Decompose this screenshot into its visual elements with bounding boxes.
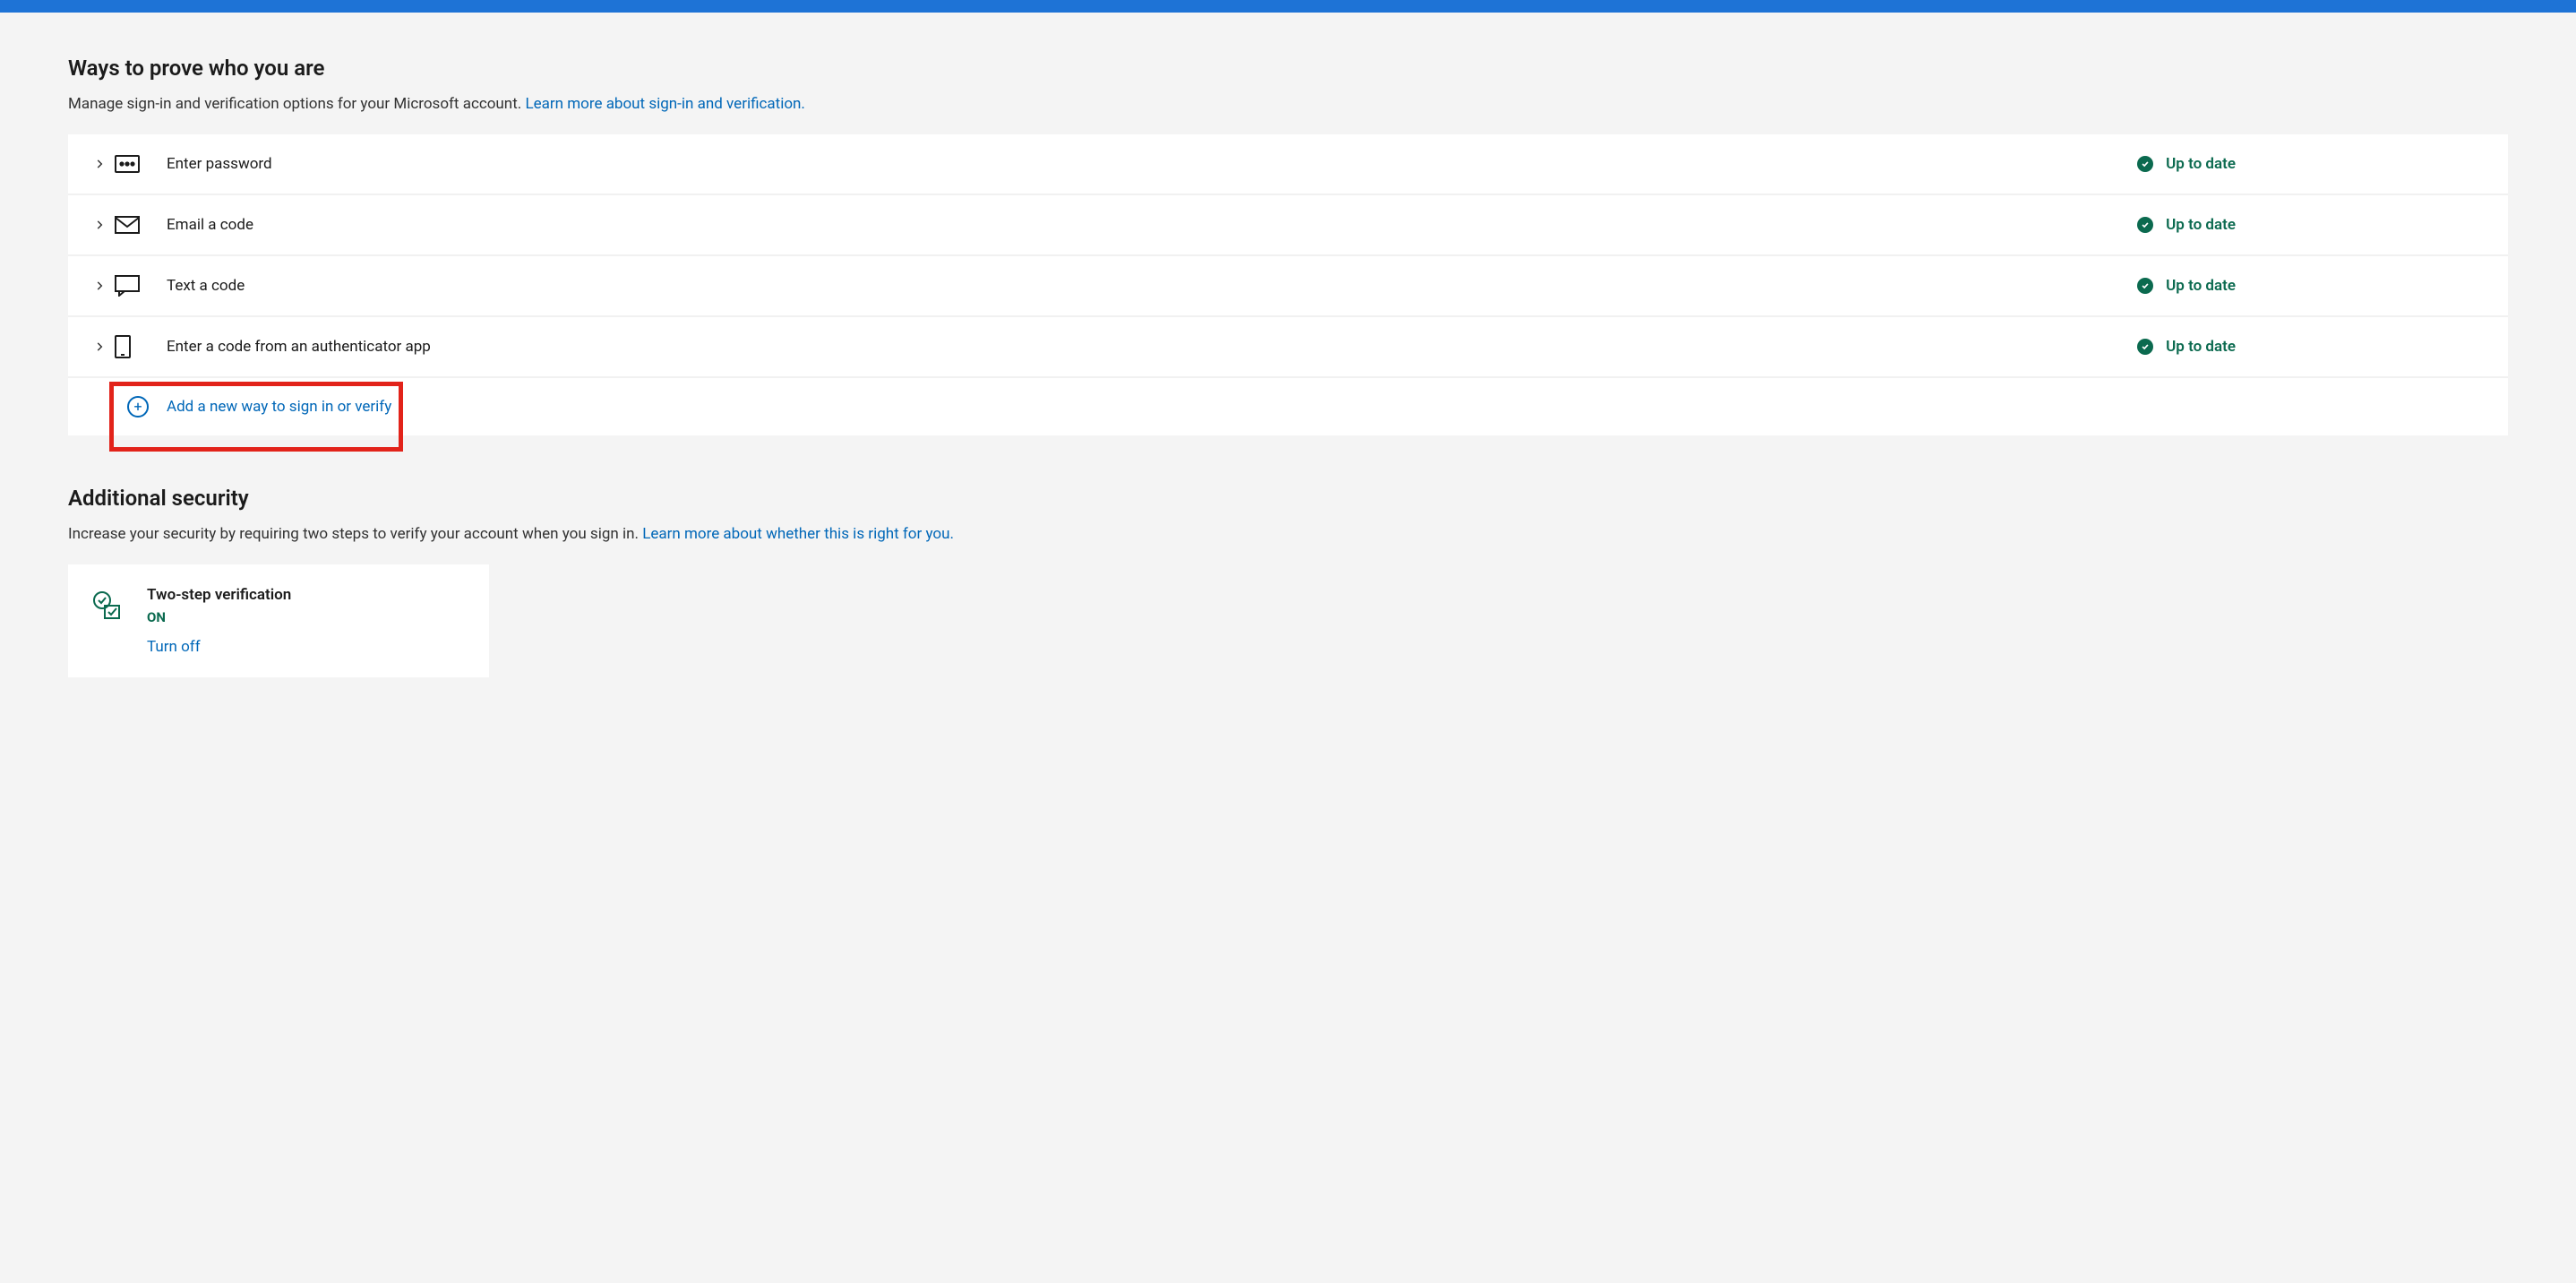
method-status: Up to date [2137,338,2486,356]
chevron-right-icon [84,280,115,292]
chevron-right-icon [84,158,115,170]
chevron-right-icon [84,340,115,353]
ways-heading: Ways to prove who you are [68,56,2508,81]
ways-subtitle: Manage sign-in and verification options … [68,95,2508,113]
method-label: Text a code [167,277,2137,295]
phone-icon [115,335,167,358]
learn-more-twostep-link[interactable]: Learn more about whether this is right f… [642,525,954,543]
method-label: Enter a code from an authenticator app [167,338,2137,356]
status-text: Up to date [2166,216,2236,234]
twostep-turn-off-link[interactable]: Turn off [147,638,291,656]
check-icon [2137,156,2153,172]
shield-check-icon [91,590,124,622]
chevron-right-icon [84,219,115,231]
method-row-sms[interactable]: Text a code Up to date [68,256,2508,317]
ways-subtitle-text: Manage sign-in and verification options … [68,95,525,113]
method-status: Up to date [2137,155,2486,173]
learn-more-signin-link[interactable]: Learn more about sign-in and verificatio… [525,95,804,113]
sms-icon [115,275,167,297]
page-content: Ways to prove who you are Manage sign-in… [0,13,2576,713]
top-banner [0,0,2576,13]
check-icon [2137,339,2153,355]
additional-security-subtitle-text: Increase your security by requiring two … [68,525,642,543]
method-row-password[interactable]: Enter password Up to date [68,134,2508,195]
additional-security-heading: Additional security [68,486,2508,511]
twostep-title: Two-step verification [147,586,291,604]
check-icon [2137,217,2153,233]
twostep-card: Two-step verification ON Turn off [68,564,489,677]
method-row-authenticator[interactable]: Enter a code from an authenticator app U… [68,317,2508,378]
method-status: Up to date [2137,277,2486,295]
check-icon [2137,278,2153,294]
email-icon [115,216,167,234]
plus-circle-icon: + [127,396,149,418]
method-label: Email a code [167,216,2137,234]
method-row-email[interactable]: Email a code Up to date [68,195,2508,256]
add-signin-method-label: Add a new way to sign in or verify [167,398,391,416]
password-icon [115,155,167,173]
additional-security-subtitle: Increase your security by requiring two … [68,525,2508,543]
method-status: Up to date [2137,216,2486,234]
status-text: Up to date [2166,338,2236,356]
status-text: Up to date [2166,277,2236,295]
twostep-status: ON [147,609,291,625]
signin-methods-list: Enter password Up to date [68,134,2508,435]
add-signin-method-button[interactable]: + Add a new way to sign in or verify [68,378,2508,435]
method-label: Enter password [167,155,2137,173]
status-text: Up to date [2166,155,2236,173]
